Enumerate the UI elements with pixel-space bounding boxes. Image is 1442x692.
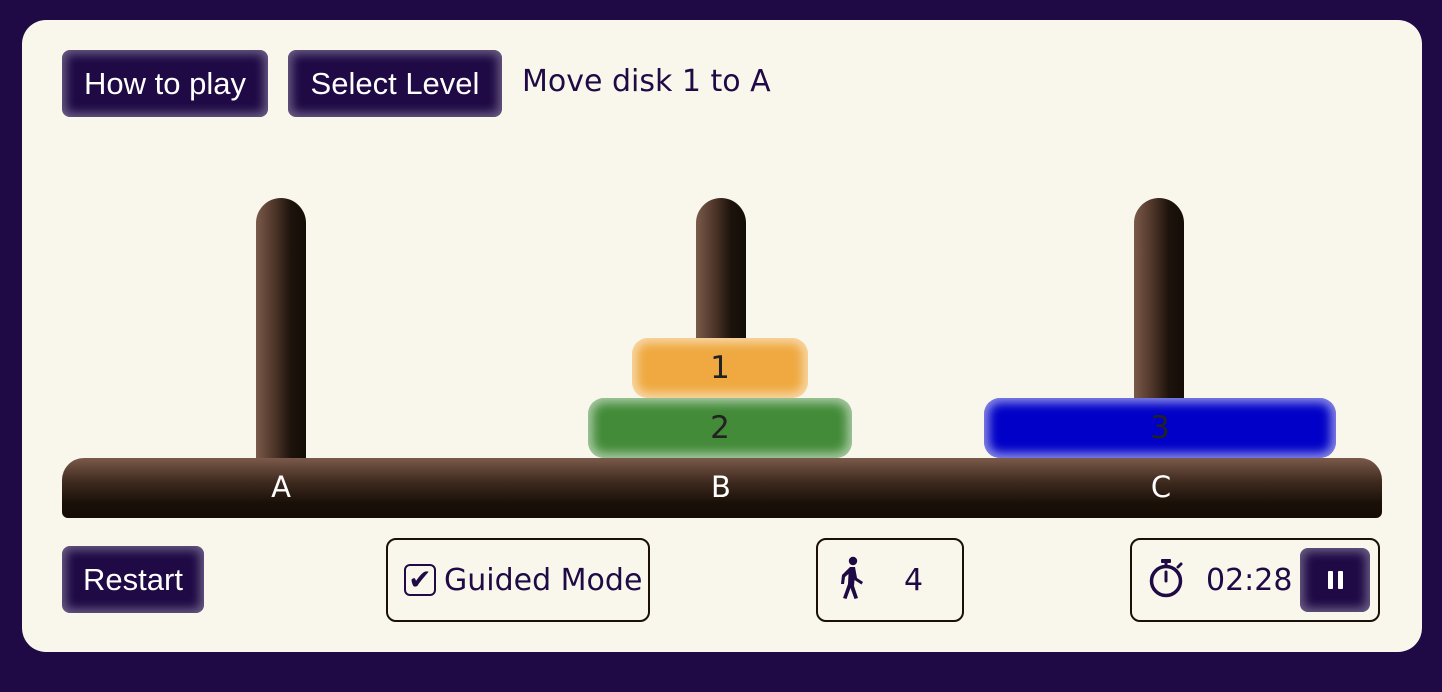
moves-counter: 4 [816,538,964,622]
timer-value: 02:28 [1206,562,1293,598]
peg-a[interactable] [256,198,306,460]
game-card: How to play Select Level Move disk 1 to … [22,20,1422,652]
walking-person-icon [836,556,866,604]
pause-button[interactable] [1300,548,1370,612]
stopwatch-icon [1146,557,1186,603]
timer: 02:28 [1130,538,1380,622]
select-level-button[interactable]: Select Level [288,50,502,117]
pause-icon [1325,571,1345,589]
disk-1[interactable]: 1 [632,338,808,398]
disk-2[interactable]: 2 [588,398,852,458]
disk-3-number: 3 [1150,410,1170,446]
how-to-play-button[interactable]: How to play [62,50,268,117]
guided-mode-toggle[interactable]: ✔ Guided Mode [386,538,650,622]
restart-button[interactable]: Restart [62,546,204,613]
peg-label-c: C [1150,470,1172,504]
moves-count: 4 [904,562,924,598]
guided-mode-checkbox[interactable]: ✔ [404,564,436,596]
disk-3[interactable]: 3 [984,398,1336,458]
instruction-text: Move disk 1 to A [522,64,771,99]
disk-2-number: 2 [710,410,730,446]
guided-mode-label: Guided Mode [444,562,643,598]
peg-label-b: B [711,470,731,504]
disk-1-number: 1 [710,350,730,386]
peg-label-a: A [271,470,291,504]
